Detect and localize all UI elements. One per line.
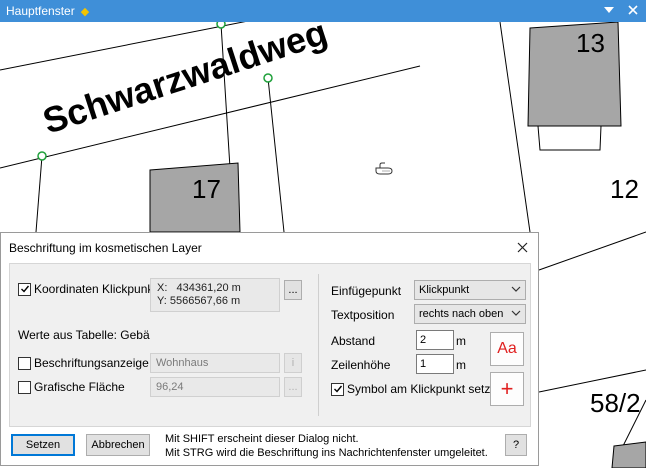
set-button[interactable]: Setzen [11,434,75,456]
label-display-checkbox[interactable] [18,356,31,370]
coordinate-y: Y: 5566567,66 m [157,295,241,307]
building [611,441,646,468]
coordinates-checkbox-row[interactable]: Koordinaten Klickpunkt [18,282,157,296]
house-number: 17 [192,174,221,204]
info-line-shift: Mit SHIFT erscheint dieser Dialog nicht. [165,433,359,445]
info-button[interactable]: i [284,353,302,373]
symbol-button[interactable]: + [490,372,524,406]
insert-point-value: Klickpunkt [419,284,470,296]
coordinates-display: X: 434361,20 m Y: 5566567,66 m [150,278,280,312]
info-line-strg: Mit STRG wird die Beschriftung ins Nachr… [165,447,488,459]
insert-point-select[interactable]: Klickpunkt [414,280,526,300]
label-display-value: Wohnhaus [150,353,280,373]
dialog-title: Beschriftung im kosmetischen Layer [9,241,202,255]
chevron-down-icon [511,284,521,297]
street-label: Schwarzwaldweg [38,22,332,142]
house-number: 58/2 [590,388,641,418]
coordinates-browse-button[interactable]: ... [284,280,302,300]
dropdown-arrow-icon[interactable] [602,3,616,17]
graphic-area-checkbox-row[interactable]: Grafische Fläche [18,380,125,394]
house-number: 12 [610,174,639,204]
vertex-marker[interactable] [37,151,47,161]
parcel-line [538,231,646,271]
help-button[interactable]: ? [505,434,527,456]
table-values-label: Werte aus Tabelle: Gebä [18,328,150,342]
graphic-area-browse-button[interactable]: ... [284,377,302,397]
vertical-separator [318,274,319,416]
text-position-value: rechts nach oben [419,308,504,320]
close-icon[interactable] [514,239,530,255]
parcel-line [35,155,43,233]
settings-panel: Koordinaten Klickpunkt X: 434361,20 m Y:… [9,263,531,427]
building-annex [537,125,602,151]
insert-point-label: Einfügepunkt [331,284,402,298]
symbol-checkbox[interactable] [331,382,344,396]
coordinate-x: X: 434361,20 m [157,282,241,294]
house-number: 13 [576,28,605,58]
font-button[interactable]: Aa [490,332,524,366]
text-position-select[interactable]: rechts nach oben [414,304,526,324]
vertex-marker[interactable] [263,73,273,83]
parcel-line [499,22,531,233]
line-height-unit: m [456,358,466,372]
distance-unit: m [456,334,466,348]
cancel-button[interactable]: Abbrechen [86,434,150,456]
window-title: Hauptfenster [6,4,75,18]
line-height-input[interactable]: 1 [416,354,454,374]
pin-diamond-icon: ◆ [80,5,90,18]
chevron-down-icon [511,308,521,321]
line-height-label: Zeilenhöhe [331,358,391,372]
close-window-icon[interactable] [626,3,640,17]
coordinates-checkbox[interactable] [18,282,31,296]
label-display-checkbox-row[interactable]: Beschriftungsanzeige [18,356,149,370]
label-dialog: Beschriftung im kosmetischen Layer Koord… [0,232,539,466]
hand-cursor-icon [375,162,393,175]
graphic-area-checkbox[interactable] [18,380,31,394]
label-display-label: Beschriftungsanzeige [34,356,149,370]
vertex-marker[interactable] [216,22,226,29]
graphic-area-value: 96,24 [150,377,280,397]
main-window-titlebar: Hauptfenster ◆ [0,0,646,22]
distance-input[interactable]: 2 [416,330,454,350]
distance-label: Abstand [331,334,376,348]
symbol-checkbox-row[interactable]: Symbol am Klickpunkt setzen [331,382,504,396]
symbol-label: Symbol am Klickpunkt setzen [347,382,504,396]
building [527,22,622,127]
info-text: Mit SHIFT erscheint dieser Dialog nicht.… [165,432,488,460]
text-position-label: Textposition [331,308,395,322]
coordinates-label: Koordinaten Klickpunkt [34,282,157,296]
graphic-area-label: Grafische Fläche [34,380,125,394]
